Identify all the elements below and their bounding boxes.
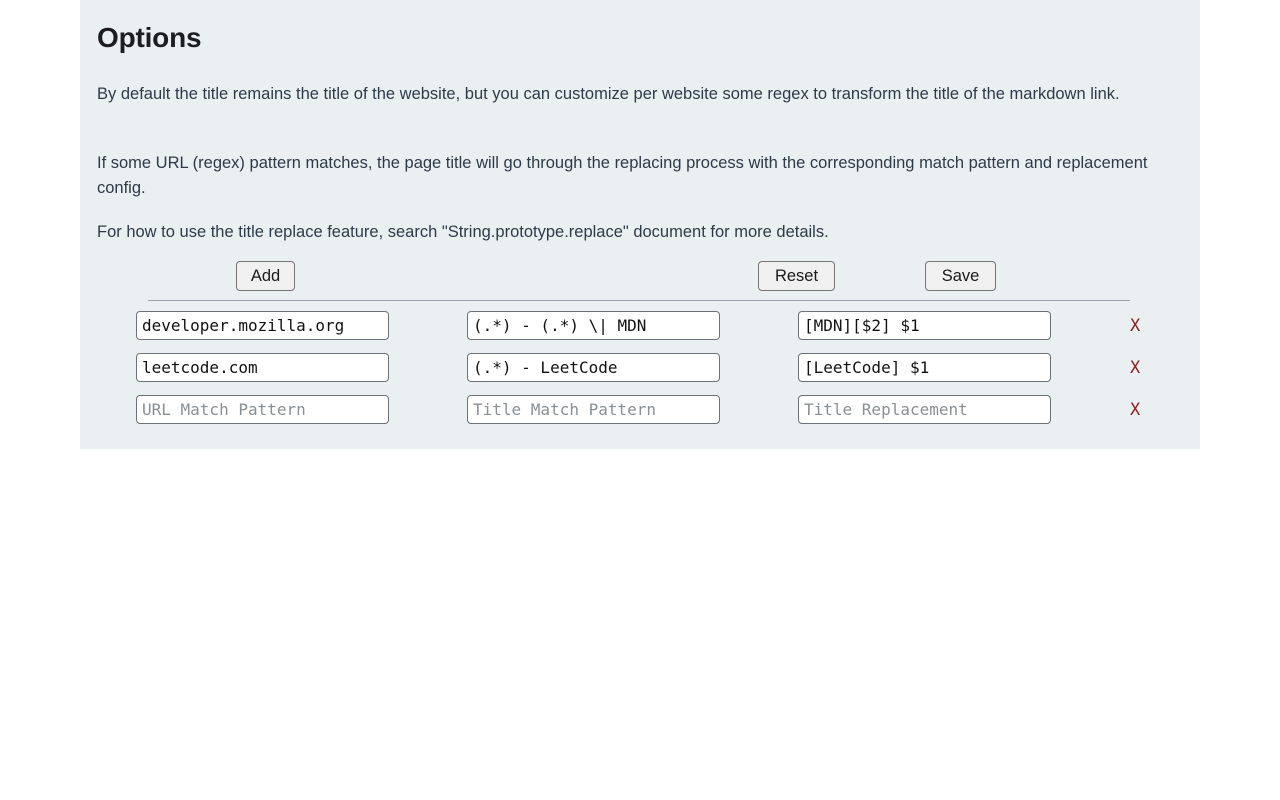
page-root: Options By default the title remains the…: [0, 0, 1280, 800]
table-row: X: [80, 353, 1200, 395]
title-replacement-input[interactable]: [798, 353, 1051, 382]
remove-row-button[interactable]: X: [1130, 357, 1148, 379]
table-row: X: [80, 311, 1200, 353]
page-title: Options: [97, 22, 202, 53]
toolbar: Add Reset Save: [80, 261, 1200, 293]
save-button[interactable]: Save: [925, 261, 996, 291]
description-paragraph-1: By default the title remains the title o…: [97, 85, 1120, 103]
title-match-pattern-input[interactable]: [467, 353, 720, 382]
add-button[interactable]: Add: [236, 261, 295, 291]
title-replacement-input[interactable]: [798, 311, 1051, 340]
rules-table: X X X: [80, 311, 1200, 437]
url-match-pattern-input[interactable]: [136, 395, 389, 424]
options-card: Options By default the title remains the…: [80, 0, 1200, 449]
reset-button[interactable]: Reset: [758, 261, 835, 291]
remove-row-button[interactable]: X: [1130, 315, 1148, 337]
toolbar-divider: [148, 300, 1130, 301]
url-match-pattern-input[interactable]: [136, 353, 389, 382]
title-match-pattern-input[interactable]: [467, 395, 720, 424]
remove-row-button[interactable]: X: [1130, 399, 1148, 421]
title-replacement-input[interactable]: [798, 395, 1051, 424]
table-row: X: [80, 395, 1200, 437]
description-paragraph-2: If some URL (regex) pattern matches, the…: [97, 154, 1148, 197]
url-match-pattern-input[interactable]: [136, 311, 389, 340]
description-paragraph-3: For how to use the title replace feature…: [97, 223, 829, 241]
title-match-pattern-input[interactable]: [467, 311, 720, 340]
